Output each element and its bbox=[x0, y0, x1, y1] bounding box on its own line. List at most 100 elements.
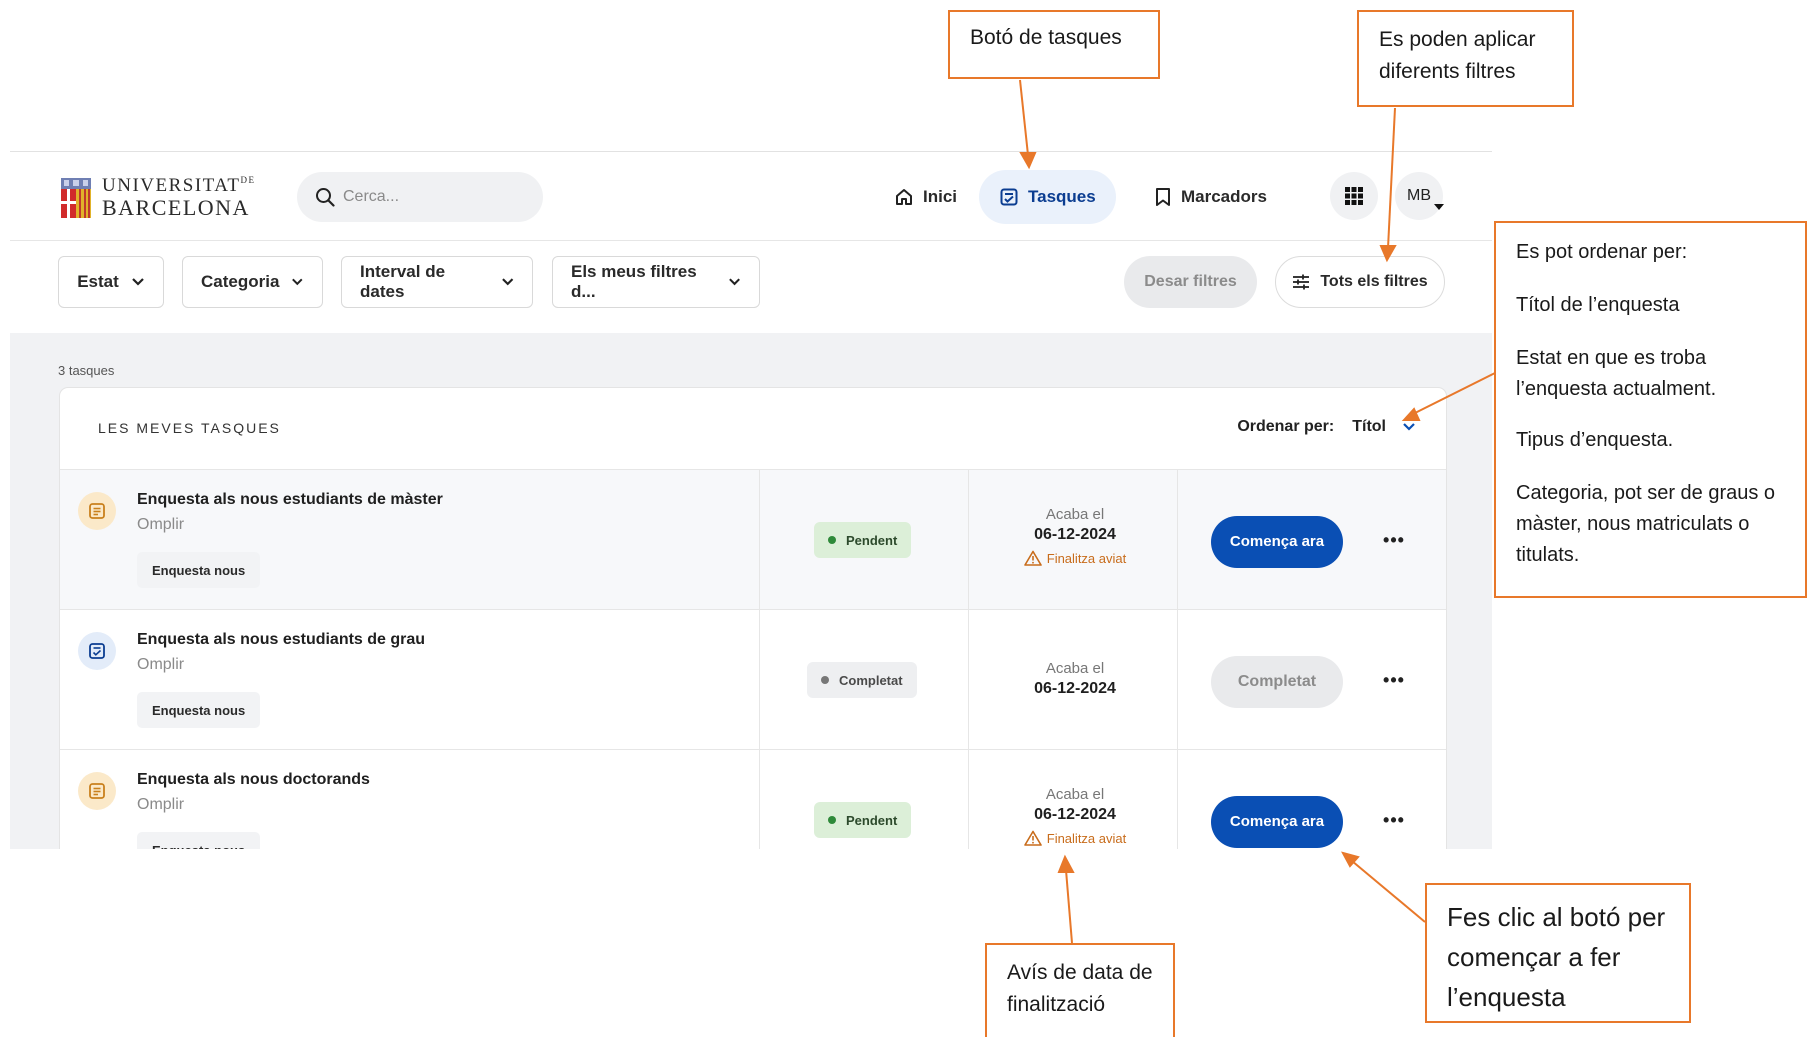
task-tag: Enquesta nous bbox=[137, 552, 261, 588]
deadline-cell: Acaba el 06-12-2024 Finalitza aviat bbox=[973, 786, 1177, 846]
deadline-cell: Acaba el 06-12-2024 bbox=[973, 660, 1177, 698]
status-badge: Pendent bbox=[814, 802, 912, 838]
annotation-sort-line: Estat en que es troba l’enquesta actualm… bbox=[1516, 347, 1717, 400]
more-options-icon[interactable]: ••• bbox=[1380, 528, 1408, 552]
logo-text-line2: BARCELONA bbox=[102, 195, 250, 220]
task-title[interactable]: Enquesta als nous doctorands bbox=[137, 771, 370, 789]
tasks-card: LES MEVES TASQUES Ordenar per: Títol Enq… bbox=[60, 388, 1446, 849]
top-bar: UNIVERSITATDE BARCELONA Inici Tasques Ma… bbox=[10, 152, 1492, 241]
deadline-date: 06-12-2024 bbox=[1034, 526, 1116, 543]
filter-bar: Estat Categoria Interval de dates Els me… bbox=[10, 241, 1492, 333]
nav-home-label: Inici bbox=[923, 187, 958, 206]
status-badge: Pendent bbox=[814, 522, 912, 558]
nav-tasks[interactable]: Tasques bbox=[979, 170, 1116, 224]
chevron-down-icon bbox=[501, 278, 513, 286]
search-input[interactable] bbox=[343, 188, 523, 206]
more-options-icon[interactable]: ••• bbox=[1380, 808, 1408, 832]
search-icon bbox=[316, 188, 335, 207]
content-area: 3 tasques LES MEVES TASQUES Ordenar per:… bbox=[10, 333, 1492, 849]
filter-meus-filtres[interactable]: Els meus filtres d... bbox=[552, 256, 760, 308]
search-box[interactable] bbox=[297, 172, 543, 222]
nav-home[interactable]: Inici bbox=[874, 170, 977, 224]
task-action: Omplir bbox=[137, 656, 185, 673]
deadline-label: Acaba el bbox=[1045, 506, 1105, 523]
tasks-icon bbox=[1000, 188, 1018, 206]
nav-tasks-label: Tasques bbox=[1028, 187, 1096, 206]
user-avatar[interactable]: MB bbox=[1395, 172, 1443, 220]
chevron-down-icon bbox=[132, 278, 144, 286]
filter-estat[interactable]: Estat bbox=[58, 256, 164, 308]
filter-estat-label: Estat bbox=[77, 272, 119, 291]
shield-logo-icon bbox=[60, 177, 92, 219]
app-window: UNIVERSITATDE BARCELONA Inici Tasques Ma… bbox=[10, 151, 1492, 849]
nav-bookmarks[interactable]: Marcadors bbox=[1134, 170, 1287, 224]
deadline-warning-text: Finalitza aviat bbox=[1046, 830, 1127, 846]
annotation-tasks-button: Botó de tasques bbox=[948, 10, 1160, 79]
task-tag: Enquesta nous bbox=[137, 692, 261, 728]
task-count: 3 tasques bbox=[58, 363, 115, 378]
tasks-card-header: LES MEVES TASQUES Ordenar per: Títol bbox=[60, 388, 1446, 470]
annotation-deadline-text: Avís de data de finalització bbox=[1007, 961, 1153, 1016]
tasks-card-title: LES MEVES TASQUES bbox=[98, 420, 281, 436]
filter-categoria-label: Categoria bbox=[201, 272, 280, 291]
completed-button[interactable]: Completat bbox=[1211, 656, 1343, 708]
task-tag: Enquesta nous bbox=[137, 832, 261, 849]
status-label: Completat bbox=[839, 672, 903, 688]
chevron-down-icon bbox=[729, 278, 740, 286]
table-row: Enquesta als nous doctorands Omplir Enqu… bbox=[60, 750, 1446, 849]
sliders-icon bbox=[1293, 274, 1310, 290]
bookmark-icon bbox=[1156, 188, 1170, 206]
filter-interval[interactable]: Interval de dates bbox=[341, 256, 533, 308]
start-survey-button[interactable]: Comença ara bbox=[1211, 516, 1343, 568]
filter-interval-label: Interval de dates bbox=[360, 262, 446, 301]
table-row: Enquesta als nous estudiants de grau Omp… bbox=[60, 610, 1446, 750]
annotation-sort-line: Títol de l’enquesta bbox=[1516, 294, 1680, 316]
annotation-sort: Es pot ordenar per: Títol de l’enquesta … bbox=[1494, 221, 1807, 598]
sort-control[interactable]: Ordenar per: Títol bbox=[1237, 418, 1416, 436]
more-options-icon[interactable]: ••• bbox=[1380, 668, 1408, 692]
filter-meus-label: Els meus filtres d... bbox=[571, 262, 697, 301]
status-badge: Completat bbox=[807, 662, 917, 698]
table-row: Enquesta als nous estudiants de màster O… bbox=[60, 470, 1446, 610]
annotation-filters-text: Es poden aplicar diferents filtres bbox=[1379, 28, 1536, 83]
start-survey-button[interactable]: Comença ara bbox=[1211, 796, 1343, 848]
logo-text-line1: UNIVERSITAT bbox=[102, 175, 241, 196]
deadline-date: 06-12-2024 bbox=[1034, 680, 1116, 697]
annotation-sort-line: Tipus d’enquesta. bbox=[1516, 429, 1674, 451]
nav-bookmarks-label: Marcadors bbox=[1181, 187, 1267, 206]
tutorial-screenshot: UNIVERSITATDE BARCELONA Inici Tasques Ma… bbox=[0, 0, 1807, 1037]
deadline-warning: Finalitza aviat bbox=[973, 550, 1177, 566]
sort-label: Ordenar per: bbox=[1237, 418, 1335, 435]
avatar-initials: MB bbox=[1407, 187, 1431, 204]
deadline-warning-text: Finalitza aviat bbox=[1046, 550, 1127, 566]
status-label: Pendent bbox=[846, 812, 898, 828]
home-icon bbox=[896, 189, 912, 205]
deadline-label: Acaba el bbox=[1045, 660, 1105, 677]
deadline-label: Acaba el bbox=[1045, 786, 1105, 803]
survey-icon bbox=[78, 772, 116, 810]
apps-grid-button[interactable] bbox=[1330, 172, 1378, 220]
filter-categoria[interactable]: Categoria bbox=[182, 256, 323, 308]
annotation-deadline: Avís de data de finalització bbox=[985, 943, 1175, 1037]
annotation-start: Fes clic al botó per començar a fer l’en… bbox=[1425, 883, 1691, 1023]
grid-icon bbox=[1345, 187, 1363, 205]
annotation-filters: Es poden aplicar diferents filtres bbox=[1357, 10, 1574, 107]
chevron-down-icon bbox=[1403, 423, 1415, 431]
annotation-tasks-text: Botó de tasques bbox=[970, 26, 1122, 49]
sort-value: Títol bbox=[1352, 418, 1386, 435]
task-title[interactable]: Enquesta als nous estudiants de grau bbox=[137, 631, 425, 649]
logo-text-de: DE bbox=[240, 175, 256, 185]
caret-down-icon[interactable] bbox=[1434, 204, 1444, 210]
deadline-date: 06-12-2024 bbox=[1034, 806, 1116, 823]
survey-done-icon bbox=[78, 632, 116, 670]
annotation-start-text: Fes clic al botó per començar a fer l’en… bbox=[1447, 902, 1666, 1012]
status-label: Pendent bbox=[846, 532, 898, 548]
save-filters-button[interactable]: Desar filtres bbox=[1124, 256, 1257, 308]
task-title[interactable]: Enquesta als nous estudiants de màster bbox=[137, 491, 443, 509]
university-logo[interactable]: UNIVERSITATDE BARCELONA bbox=[60, 176, 255, 219]
deadline-warning: Finalitza aviat bbox=[973, 830, 1177, 846]
all-filters-label: Tots els filtres bbox=[1320, 273, 1428, 290]
warning-icon bbox=[1023, 830, 1042, 846]
task-action: Omplir bbox=[137, 516, 185, 533]
all-filters-button[interactable]: Tots els filtres bbox=[1275, 256, 1445, 308]
